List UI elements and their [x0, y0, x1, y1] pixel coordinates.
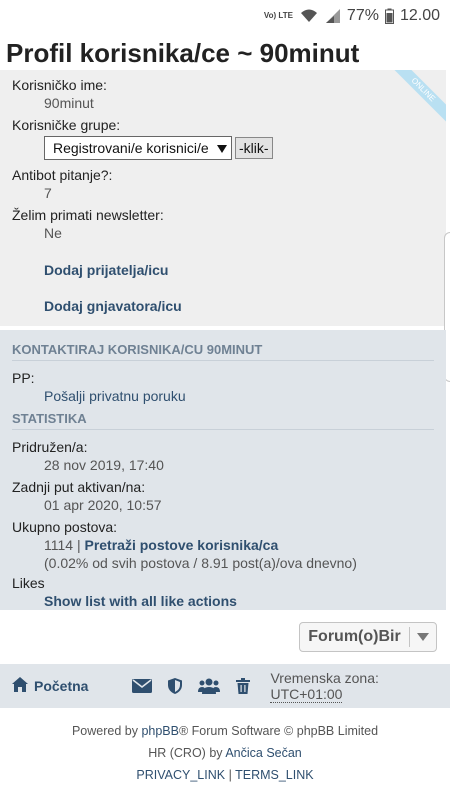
contact-heading: KONTAKTIRAJ KORISNIKA/CU 90MINUT	[12, 342, 434, 361]
posts-label: Ukupno postova:	[12, 519, 118, 535]
shield-icon[interactable]	[168, 678, 183, 694]
phpbb-link[interactable]: phpBB	[141, 724, 179, 738]
antibot-value: 7	[44, 185, 52, 201]
envelope-icon[interactable]	[132, 679, 153, 693]
powered-prefix: Powered by	[71, 724, 138, 738]
search-posts-link[interactable]: Pretraži postove korisnika/ca	[84, 537, 278, 553]
clock: 12.00	[399, 7, 440, 24]
joined-label: Pridružen/a:	[12, 439, 88, 455]
likes-link[interactable]: Show list with all like actions	[44, 593, 237, 609]
posts-count: 1114 |	[44, 537, 81, 553]
likes-label: Likes	[12, 575, 45, 591]
pm-label: PP:	[12, 370, 35, 386]
bottom-navbar: Početna Vremenska zona: UTC+01:00	[0, 664, 450, 708]
terms-link[interactable]: TERMS_LINK	[235, 768, 314, 782]
last-active-label: Zadnji put aktivan/na:	[12, 479, 146, 495]
contact-panel: KONTAKTIRAJ KORISNIKA/CU 90MINUT PP: Poš…	[0, 330, 446, 610]
powered-suffix: ® Forum Software © phpBB Limited	[178, 724, 379, 738]
add-friend-link[interactable]: Dodaj prijatelja/icu	[12, 262, 434, 278]
status-bar: Vo) LTE 77% 12.00	[0, 0, 450, 32]
battery-icon	[384, 8, 394, 24]
groups-select[interactable]: Registrovani/e korisnici/e	[44, 136, 232, 160]
chevron-down-icon[interactable]	[410, 633, 436, 641]
policy-line: PRIVACY_LINK | TERMS_LINK	[0, 764, 450, 786]
joined-value: 28 nov 2019, 17:40	[44, 457, 164, 473]
newsletter-value: Ne	[44, 225, 62, 241]
network-label: Vo) LTE	[263, 11, 293, 20]
forum-jump-select[interactable]: Forum(o)Bir	[299, 622, 437, 652]
send-pm-link[interactable]: Pošalji privatnu poruku	[44, 388, 186, 404]
profile-panel: ONLINE Korisničko ime: 90minut Korisničk…	[0, 70, 446, 326]
last-active-value: 01 apr 2020, 10:57	[44, 497, 162, 513]
timezone: Vremenska zona: UTC+01:00	[270, 670, 438, 703]
antibot-label: Antibot pitanje?:	[12, 167, 113, 183]
forum-jump-label: Forum(o)Bir	[308, 628, 401, 645]
timezone-value[interactable]: UTC+01:00	[270, 686, 343, 703]
dropdown-arrow-icon	[217, 140, 227, 156]
groups-select-value: Registrovani/e korisnici/e	[53, 140, 209, 156]
newsletter-label: Želim primati newsletter:	[12, 207, 164, 223]
privacy-link[interactable]: PRIVACY_LINK	[136, 768, 225, 782]
posts-ratio: (0.02% od svih postova / 8.91 post(a)/ov…	[44, 555, 357, 571]
footer: Powered by phpBB® Forum Software © phpBB…	[0, 720, 450, 786]
groups-label: Korisničke grupe:	[12, 117, 121, 133]
username-value: 90minut	[44, 95, 94, 111]
wifi-icon	[299, 8, 319, 24]
translator-link[interactable]: Ančica Sečan	[225, 746, 301, 760]
page-title: Profil korisnika/ce ~ 90minut	[6, 38, 360, 68]
translation-line: HR (CRO) by Ančica Sečan	[0, 742, 450, 764]
username-label: Korisničko ime:	[12, 77, 107, 93]
translation-prefix: HR (CRO) by	[148, 746, 223, 760]
policy-separator: |	[228, 768, 232, 782]
home-icon	[12, 677, 28, 695]
timezone-label: Vremenska zona:	[270, 670, 379, 686]
signal-icon	[325, 8, 341, 24]
home-link[interactable]: Početna	[12, 677, 88, 695]
add-foe-link[interactable]: Dodaj gnjavatora/icu	[12, 298, 434, 314]
stats-heading: STATISTIKA	[12, 411, 434, 430]
powered-by-line: Powered by phpBB® Forum Software © phpBB…	[0, 720, 450, 742]
trash-icon[interactable]	[236, 678, 251, 694]
groups-go-button[interactable]: -klik-	[235, 137, 273, 159]
battery-percent: 77%	[346, 7, 379, 24]
home-label: Početna	[34, 678, 89, 694]
users-icon[interactable]	[198, 678, 221, 694]
